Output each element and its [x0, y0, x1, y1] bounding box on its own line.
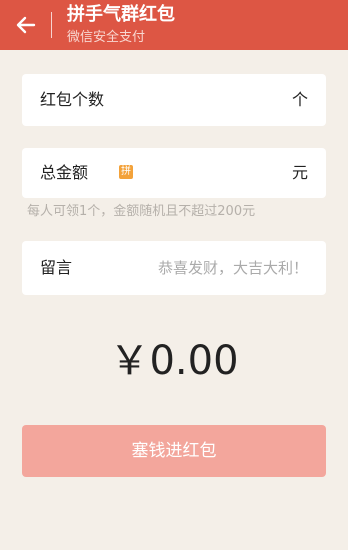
total-amount-unit: 元 [291, 163, 308, 182]
amount-hint: 每人可领1个，金额随机且不超过200元 [27, 204, 256, 219]
header-divider [51, 12, 52, 38]
packet-count-field[interactable]: 红包个数 个 [22, 74, 326, 126]
total-amount-label: 总金额 [40, 163, 89, 182]
page-title: 拼手气群红包 [67, 4, 175, 25]
back-arrow-icon[interactable] [14, 13, 38, 37]
message-label: 留言 [40, 258, 73, 277]
message-field[interactable]: 留言 恭喜发财，大吉大利！ [22, 241, 326, 295]
header-bar: 拼手气群红包 微信安全支付 [0, 0, 348, 50]
total-amount-field[interactable]: 总金额 拼 元 [22, 148, 326, 198]
packet-count-label: 红包个数 [40, 90, 105, 109]
random-pin-badge-icon: 拼 [119, 165, 133, 179]
message-input[interactable]: 恭喜发财，大吉大利！ [158, 257, 308, 279]
page-subtitle: 微信安全支付 [67, 30, 146, 45]
packet-count-unit: 个 [291, 90, 308, 109]
total-amount-display: ￥0.00 [109, 338, 239, 384]
submit-red-packet-button[interactable]: 塞钱进红包 [22, 425, 326, 477]
